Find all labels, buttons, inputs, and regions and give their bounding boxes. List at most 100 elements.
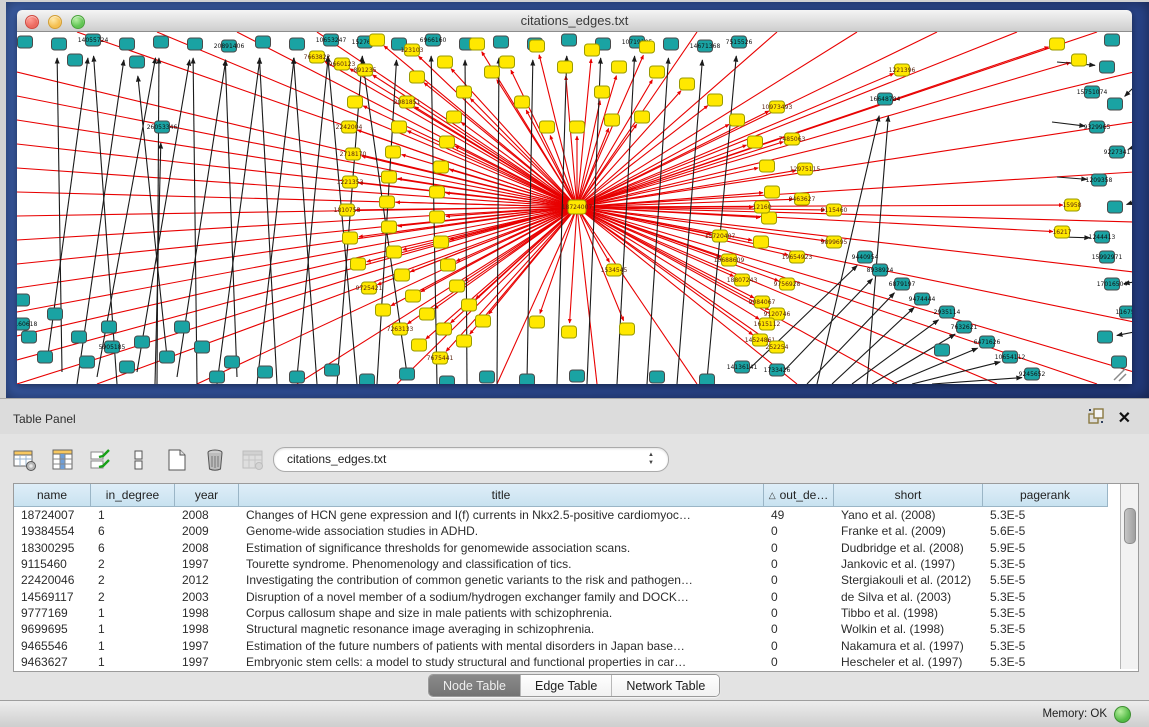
graph-node[interactable] bbox=[130, 56, 145, 68]
graph-node[interactable] bbox=[348, 96, 363, 108]
graph-node[interactable] bbox=[188, 38, 203, 50]
graph-node[interactable] bbox=[72, 331, 87, 343]
float-panel-icon[interactable] bbox=[1088, 408, 1104, 429]
graph-node[interactable] bbox=[210, 371, 225, 383]
column-header-in_degree[interactable]: in_degree bbox=[91, 484, 175, 506]
graph-node[interactable] bbox=[17, 294, 30, 306]
show-columns-icon[interactable] bbox=[50, 447, 76, 473]
table-row[interactable]: 946362711997Embryonic stem cells: a mode… bbox=[14, 654, 1108, 670]
graph-node[interactable] bbox=[1112, 356, 1127, 368]
vertical-scrollbar[interactable] bbox=[1120, 484, 1138, 669]
table-row[interactable]: 977716911998Corpus callosum shape and si… bbox=[14, 605, 1108, 621]
create-column-icon[interactable] bbox=[164, 447, 190, 473]
graph-node[interactable] bbox=[447, 111, 462, 123]
tab-edge-table[interactable]: Edge Table bbox=[521, 675, 612, 696]
graph-node[interactable] bbox=[376, 304, 391, 316]
graph-node[interactable] bbox=[515, 96, 530, 108]
graph-node[interactable] bbox=[412, 339, 427, 351]
network-view[interactable]: 1405572420891406106532471527602696616010… bbox=[17, 32, 1132, 384]
graph-node[interactable] bbox=[754, 236, 769, 248]
graph-node[interactable] bbox=[360, 374, 375, 384]
graph-node[interactable] bbox=[457, 335, 472, 347]
graph-node[interactable] bbox=[570, 121, 585, 133]
graph-node[interactable] bbox=[730, 114, 745, 126]
import-table-icon[interactable] bbox=[240, 447, 266, 473]
graph-node[interactable] bbox=[420, 308, 435, 320]
graph-node[interactable] bbox=[450, 280, 465, 292]
graph-node[interactable] bbox=[457, 86, 472, 98]
graph-node[interactable] bbox=[48, 308, 63, 320]
memory-status-icon[interactable] bbox=[1114, 706, 1131, 723]
graph-node[interactable] bbox=[585, 44, 600, 56]
graph-node[interactable] bbox=[440, 376, 455, 384]
column-header-title[interactable]: title bbox=[239, 484, 764, 506]
network-canvas-svg[interactable]: 1405572420891406106532471527602696616010… bbox=[17, 32, 1132, 384]
graph-node[interactable] bbox=[570, 370, 585, 382]
graph-node[interactable] bbox=[382, 221, 397, 233]
graph-node[interactable] bbox=[612, 61, 627, 73]
graph-node[interactable] bbox=[635, 111, 650, 123]
tab-node-table[interactable]: Node Table bbox=[429, 675, 521, 696]
table-row[interactable]: 2242004622012Investigating the contribut… bbox=[14, 572, 1108, 588]
table-row[interactable]: 1456911722003Disruption of a novel membe… bbox=[14, 588, 1108, 604]
graph-node[interactable] bbox=[80, 356, 95, 368]
table-row[interactable]: 1830029562008Estimation of significance … bbox=[14, 540, 1108, 556]
graph-node[interactable] bbox=[18, 36, 33, 48]
graph-node[interactable] bbox=[154, 36, 169, 48]
table-row[interactable]: 1938455462009Genome-wide association stu… bbox=[14, 523, 1108, 539]
graph-node[interactable] bbox=[430, 211, 445, 223]
graph-node[interactable] bbox=[68, 54, 83, 66]
graph-node[interactable] bbox=[22, 331, 37, 343]
graph-node[interactable] bbox=[382, 171, 397, 183]
graph-node[interactable] bbox=[530, 40, 545, 52]
table-row[interactable]: 946554611997Estimation of the future num… bbox=[14, 637, 1108, 653]
delete-column-icon[interactable] bbox=[202, 447, 228, 473]
graph-node[interactable] bbox=[1050, 38, 1065, 50]
graph-node[interactable] bbox=[434, 236, 449, 248]
graph-node[interactable] bbox=[120, 361, 135, 373]
graph-node[interactable] bbox=[494, 36, 509, 48]
graph-node[interactable] bbox=[765, 186, 780, 198]
graph-node[interactable] bbox=[430, 186, 445, 198]
graph-node[interactable] bbox=[258, 366, 273, 378]
graph-node[interactable] bbox=[500, 56, 515, 68]
table-row[interactable]: 969969511998Structural magnetic resonanc… bbox=[14, 621, 1108, 637]
graph-node[interactable] bbox=[160, 351, 175, 363]
graph-node[interactable] bbox=[256, 36, 271, 48]
graph-node[interactable] bbox=[680, 78, 695, 90]
graph-node[interactable] bbox=[38, 351, 53, 363]
graph-node[interactable] bbox=[595, 86, 610, 98]
graph-node[interactable] bbox=[1108, 201, 1123, 213]
table-source-combobox[interactable]: citations_edges.txt ▲▼ bbox=[273, 447, 669, 472]
graph-node[interactable] bbox=[290, 371, 305, 383]
graph-node[interactable] bbox=[558, 61, 573, 73]
graph-node[interactable] bbox=[650, 66, 665, 78]
graph-node[interactable] bbox=[1108, 98, 1123, 110]
graph-node[interactable] bbox=[530, 316, 545, 328]
graph-node[interactable] bbox=[392, 121, 407, 133]
graph-node[interactable] bbox=[762, 212, 777, 224]
graph-node[interactable] bbox=[462, 299, 477, 311]
graph-node[interactable] bbox=[935, 344, 950, 356]
close-panel-icon[interactable]: ✕ bbox=[1118, 411, 1131, 427]
graph-node[interactable] bbox=[120, 38, 135, 50]
graph-node[interactable] bbox=[102, 321, 117, 333]
graph-node[interactable] bbox=[748, 136, 763, 148]
graph-node[interactable] bbox=[520, 374, 535, 384]
graph-node[interactable] bbox=[562, 34, 577, 46]
table-row[interactable]: 1872400712008Changes of HCN gene express… bbox=[14, 507, 1108, 523]
graph-node[interactable] bbox=[386, 146, 401, 158]
graph-node[interactable] bbox=[135, 336, 150, 348]
graph-node[interactable] bbox=[700, 374, 715, 384]
graph-node[interactable] bbox=[708, 94, 723, 106]
graph-node[interactable] bbox=[438, 56, 453, 68]
graph-node[interactable] bbox=[760, 160, 775, 172]
graph-node[interactable] bbox=[440, 136, 455, 148]
graph-node[interactable] bbox=[52, 38, 67, 50]
network-frame-titlebar[interactable]: citations_edges.txt bbox=[17, 10, 1132, 32]
column-header-name[interactable]: name bbox=[14, 484, 91, 506]
graph-node[interactable] bbox=[400, 368, 415, 380]
canvas-resize-grip[interactable] bbox=[1114, 369, 1126, 381]
graph-node[interactable] bbox=[664, 38, 679, 50]
graph-node[interactable] bbox=[476, 315, 491, 327]
